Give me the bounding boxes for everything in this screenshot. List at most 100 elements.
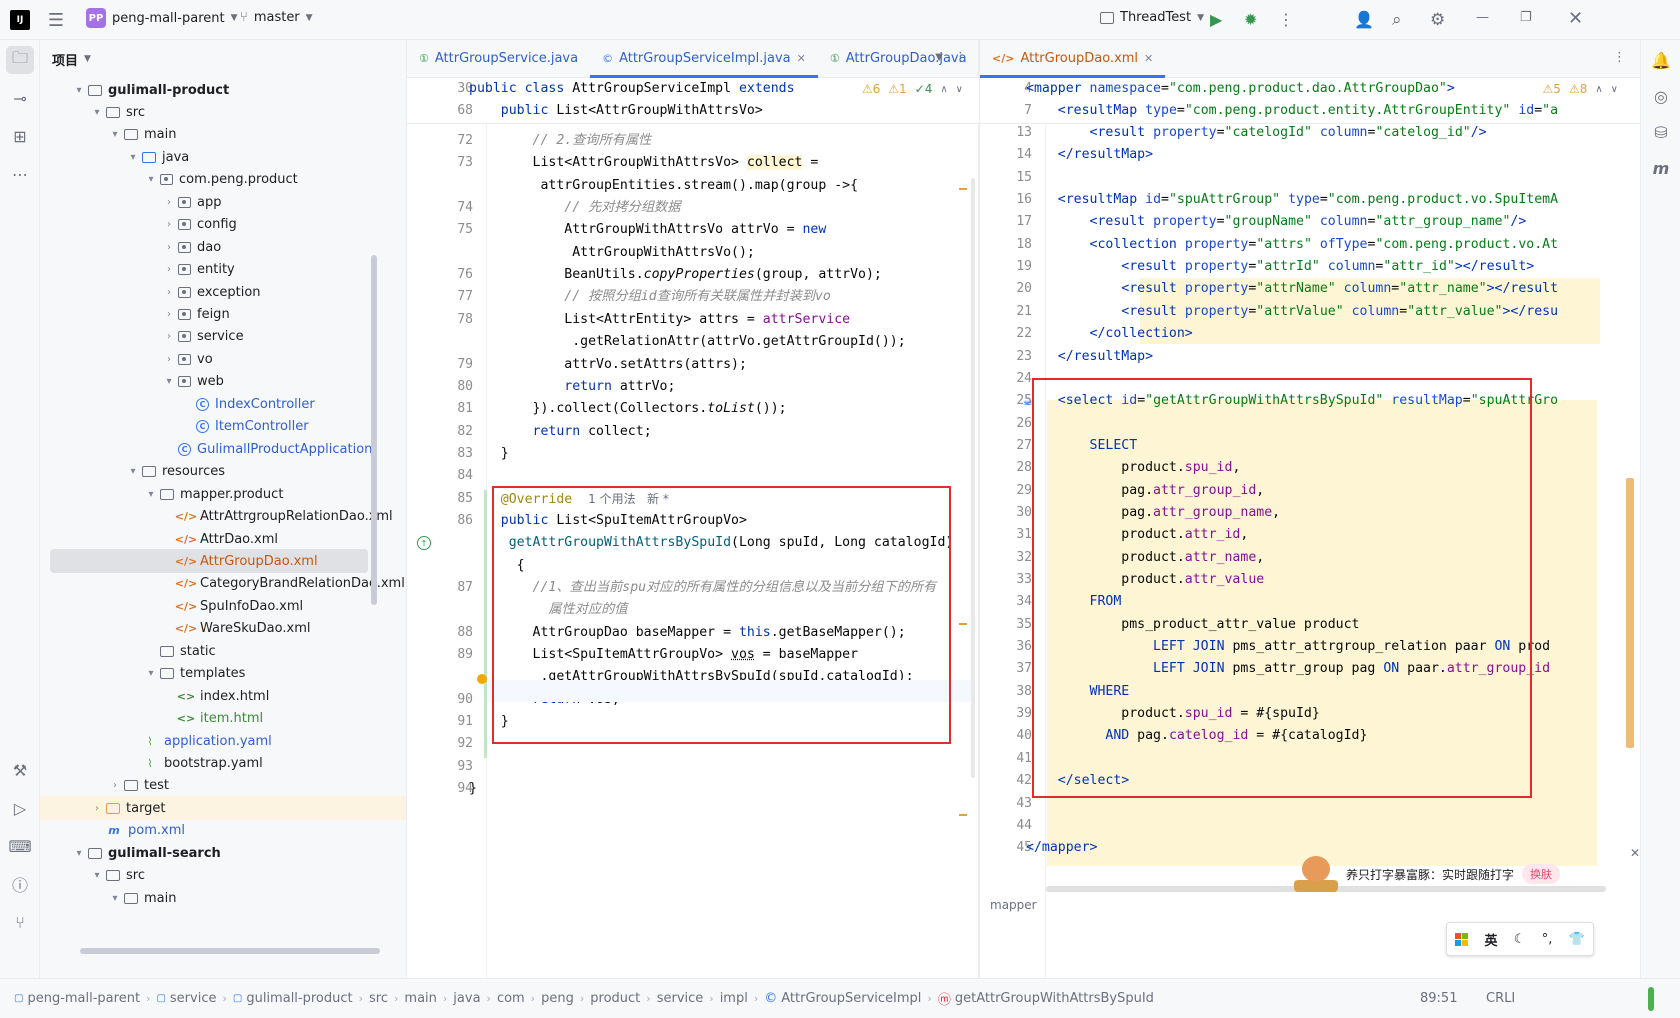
close-icon[interactable]: ✕ (1568, 8, 1583, 29)
more-tools-icon[interactable]: ⋯ (6, 160, 34, 188)
tree-item[interactable]: ▾ java (40, 145, 406, 169)
run-icon[interactable]: ▶ (1210, 10, 1222, 29)
expand-arrow-icon[interactable]: › (162, 331, 176, 342)
expand-arrow-icon[interactable]: ▾ (144, 489, 158, 500)
close-tab-icon[interactable]: ✕ (1144, 52, 1153, 65)
status-breadcrumb-item[interactable]: src (363, 991, 394, 1006)
tree-item[interactable]: m pom.xml (40, 819, 406, 843)
tree-item[interactable]: › service (40, 325, 406, 349)
chevron-up-icon[interactable]: ∧ (1595, 84, 1602, 95)
notifications-icon[interactable]: 🔔 (1647, 46, 1675, 74)
tree-item[interactable]: ⌇ application.yaml (40, 729, 406, 753)
more-actions-icon[interactable]: ⋮ (1278, 10, 1294, 29)
expand-arrow-icon[interactable]: › (90, 803, 104, 814)
tabs-dropdown-icon[interactable]: ▼ (935, 52, 943, 63)
override-gutter-icon[interactable]: ↑ (417, 536, 431, 550)
left-editor[interactable]: 30 public class AttrGroupServiceImpl exte… (407, 78, 979, 978)
tree-hscrollbar[interactable] (80, 948, 380, 954)
right-footer-breadcrumb[interactable]: mapper (990, 898, 1037, 912)
ai-assistant-icon[interactable]: ◎ (1647, 82, 1675, 110)
expand-arrow-icon[interactable]: ▾ (144, 668, 158, 679)
status-breadcrumb-item[interactable]: java (447, 991, 486, 1006)
status-breadcrumb-item[interactable]: © AttrGroupServiceImpl (758, 991, 927, 1006)
intellij-logo-icon[interactable]: IJ (10, 10, 30, 30)
expand-arrow-icon[interactable]: ▾ (90, 870, 104, 881)
tree-item[interactable]: ▾ com.peng.product (40, 168, 406, 192)
tree-item[interactable]: ▾ web (40, 370, 406, 394)
tabs-more-icon[interactable]: ⋮ (954, 50, 967, 65)
line-ending[interactable]: CRLI (1486, 991, 1515, 1006)
status-breadcrumb-item[interactable]: impl (714, 991, 754, 1006)
ime-punct-icon[interactable]: °, (1542, 932, 1553, 947)
expand-arrow-icon[interactable]: › (162, 219, 176, 230)
tree-item[interactable]: › app (40, 190, 406, 214)
search-icon[interactable]: ⌕ (1392, 10, 1402, 30)
right-editor[interactable]: 4 <mapper namespace="com.peng.product.dao… (980, 78, 1640, 978)
tree-item[interactable]: › vo (40, 347, 406, 371)
ime-skin-button[interactable]: 换肤 (1522, 864, 1561, 884)
terminal-tool-icon[interactable]: ⌨ (6, 832, 34, 860)
tree-item[interactable]: </> WareSkuDao.xml (40, 617, 406, 641)
status-breadcrumb-item[interactable]: main (398, 991, 442, 1006)
problems-tool-icon[interactable]: ⓘ (6, 870, 34, 898)
tree-item[interactable]: › test (40, 774, 406, 798)
chevron-up-icon[interactable]: ∧ (940, 84, 947, 95)
status-breadcrumb-item[interactable]: com (491, 991, 531, 1006)
ime-moon-icon[interactable]: ☾ (1514, 932, 1526, 947)
commit-tool-icon[interactable]: ⊸ (6, 84, 34, 112)
tree-item[interactable]: ▾ templates (40, 662, 406, 686)
tree-item[interactable]: ▾ mapper.product (40, 482, 406, 506)
add-user-icon[interactable]: 👤 (1354, 10, 1374, 29)
tree-item[interactable]: ⌇ bootstrap.yaml (40, 752, 406, 776)
tree-item[interactable]: › dao (40, 235, 406, 259)
tree-item[interactable]: static (40, 639, 406, 663)
project-panel-header[interactable]: 项目 ▼ (40, 40, 406, 78)
maven-icon[interactable]: m (1647, 154, 1675, 182)
run-config-selector[interactable]: ThreadTest ▼ (1100, 10, 1204, 25)
left-inspection-widget[interactable]: ⚠6 ⚠1 ✓4 ∧ ∨ (862, 82, 963, 96)
tree-item[interactable]: ▾ src (40, 864, 406, 888)
tree-item[interactable]: </> AttrAttrgroupRelationDao.xml (40, 505, 406, 529)
tabs-more-icon[interactable]: ⋮ (1613, 50, 1626, 65)
status-breadcrumb-item[interactable]: ⓜ getAttrGroupWithAttrsBySpuId (932, 989, 1160, 1008)
expand-arrow-icon[interactable]: ▾ (72, 85, 86, 96)
expand-arrow-icon[interactable]: › (162, 287, 176, 298)
tree-item[interactable]: › feign (40, 303, 406, 327)
expand-arrow-icon[interactable]: ▾ (126, 466, 140, 477)
close-tab-icon[interactable]: ✕ (797, 52, 806, 65)
tree-item[interactable]: › config (40, 213, 406, 237)
main-menu-icon[interactable]: ☰ (46, 10, 66, 31)
status-breadcrumb-item[interactable]: ▢ service (150, 991, 222, 1006)
editor-tab[interactable]: © AttrGroupServiceImpl.java ✕ (590, 40, 818, 78)
tree-item[interactable]: ▾ gulimall-search (40, 841, 406, 865)
tree-item[interactable]: C ItemController (40, 415, 406, 439)
chevron-down-icon[interactable]: ∨ (1611, 84, 1618, 95)
tree-item[interactable]: </> CategoryBrandRelationDao.xml (40, 572, 406, 596)
expand-arrow-icon[interactable]: › (162, 354, 176, 365)
expand-arrow-icon[interactable]: › (162, 309, 176, 320)
status-breadcrumb-item[interactable]: peng (535, 991, 580, 1006)
tree-scrollbar[interactable] (371, 255, 377, 605)
tree-item[interactable]: › entity (40, 258, 406, 282)
chevron-down-icon[interactable]: ∨ (956, 84, 963, 95)
maximize-icon[interactable]: ❐ (1520, 10, 1532, 25)
editor-tab[interactable]: ① AttrGroupService.java (407, 40, 590, 78)
expand-arrow-icon[interactable]: ▾ (72, 848, 86, 859)
status-breadcrumb-item[interactable]: ▢ peng-mall-parent (8, 991, 146, 1006)
tree-item[interactable]: › target (40, 796, 406, 821)
tree-item[interactable]: ▾ src (40, 100, 406, 124)
right-editor-scrollbar[interactable] (1626, 478, 1634, 748)
right-inspection-widget[interactable]: ⚠5 ⚠8 ∧ ∨ (1538, 82, 1618, 96)
expand-arrow-icon[interactable]: ▾ (108, 129, 122, 140)
ime-shirt-icon[interactable]: 👕 (1569, 932, 1585, 947)
tree-item[interactable]: <> index.html (40, 684, 406, 708)
sql-gutter-icon[interactable]: ☕ (1022, 394, 1034, 409)
close-icon[interactable]: ✕ (1630, 846, 1640, 860)
tree-item[interactable]: C GulimallProductApplication (40, 437, 406, 461)
branch-selector[interactable]: ⑂ master ▼ (240, 10, 313, 25)
tree-item[interactable]: › exception (40, 280, 406, 304)
minimize-icon[interactable]: — (1476, 10, 1489, 25)
database-icon[interactable]: ⛁ (1647, 118, 1675, 146)
ime-lang-toggle[interactable]: 英 (1484, 930, 1497, 949)
status-breadcrumb-item[interactable]: product (584, 991, 646, 1006)
